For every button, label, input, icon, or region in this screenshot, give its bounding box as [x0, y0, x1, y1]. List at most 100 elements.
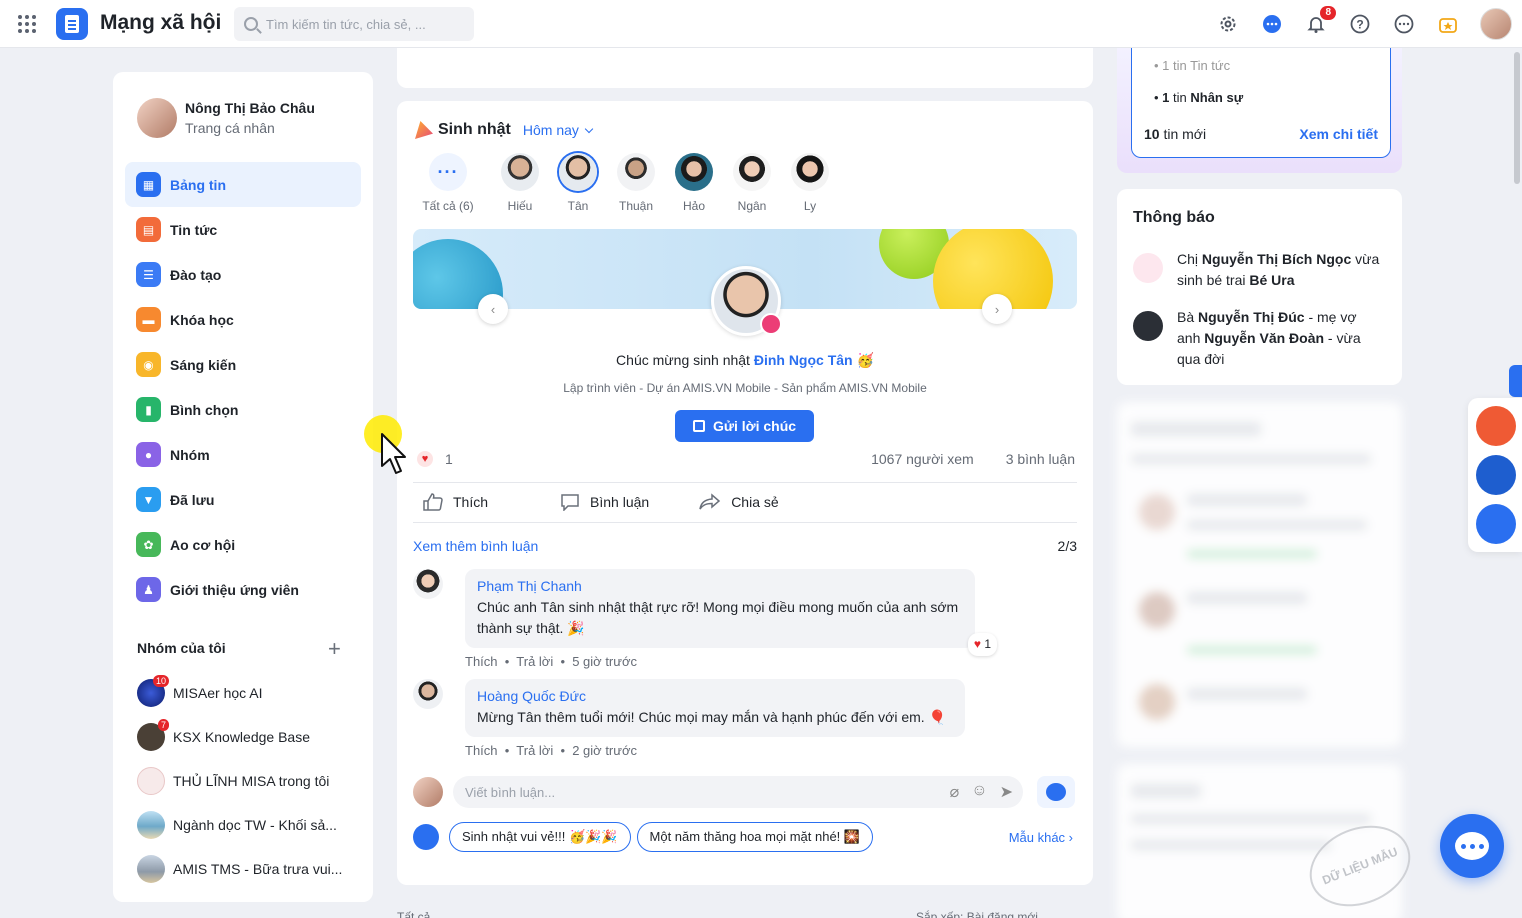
sidebar-item-referral[interactable]: ♟ Giới thiệu ứng viên [125, 567, 361, 612]
sidebar-item-label: Giới thiệu ứng viên [170, 581, 299, 598]
person-all[interactable]: ··· Tất cả (6) [413, 153, 483, 213]
ai-chat-button[interactable] [1037, 776, 1075, 808]
suggestion-row: Sinh nhật vui vẻ!!! 🥳🎉🎉 Một năm thăng ho… [413, 822, 879, 852]
emoji-icon[interactable]: ☺ [971, 782, 987, 802]
award-icon[interactable] [1436, 12, 1460, 36]
chat-icon[interactable] [1260, 12, 1284, 36]
send-wishes-button[interactable]: Gửi lời chúc [675, 410, 814, 442]
settings-icon[interactable] [1216, 12, 1240, 36]
share-label: Chia sẻ [731, 494, 779, 510]
profile-block[interactable]: Nông Thị Bảo Châu Trang cá nhân [137, 98, 315, 138]
comment-count[interactable]: 3 bình luận [1006, 451, 1075, 467]
notifications-title: Thông báo [1133, 209, 1215, 226]
person-item[interactable]: Tân [549, 153, 607, 213]
prev-arrow-button[interactable]: ‹ [478, 294, 508, 324]
share-button[interactable]: Chia sẻ [699, 493, 779, 511]
comment-label: Bình luận [590, 494, 650, 510]
bell-icon[interactable]: 8 [1304, 6, 1336, 36]
attachment-icon[interactable]: ⌀ [950, 782, 960, 802]
next-arrow-button[interactable]: › [982, 294, 1012, 324]
avatar[interactable] [413, 679, 443, 709]
sidebar-item-polls[interactable]: ▮ Bình chọn [125, 387, 361, 432]
sidebar-item-label: Đã lưu [170, 491, 215, 508]
group-item[interactable]: AMIS TMS - Bữa trưa vui... [137, 847, 357, 891]
mourning-icon [1133, 311, 1163, 341]
person-item[interactable]: Hiếu [491, 153, 549, 213]
comment-input[interactable]: Viết bình luận... ⌀ ☺ ➤ [453, 776, 1023, 808]
date-filter-dropdown[interactable]: Hôm nay [523, 122, 594, 138]
suggestion-chip[interactable]: Sinh nhật vui vẻ!!! 🥳🎉🎉 [449, 822, 631, 852]
person-item[interactable]: Ngân [723, 153, 781, 213]
cake-icon [760, 313, 782, 335]
group-item[interactable]: THỦ LĨNH MISA trong tôi [137, 759, 357, 803]
tool-rail [1468, 398, 1522, 552]
birthday-person-name[interactable]: Đinh Ngọc Tân [754, 352, 853, 368]
floating-chat-button[interactable] [1440, 814, 1504, 878]
comment-like-link[interactable]: Thích [465, 654, 498, 669]
more-templates-link[interactable]: Mẫu khác › [1009, 830, 1073, 845]
comment-input-placeholder: Viết bình luận... [465, 784, 556, 800]
sidebar-item-opportunities[interactable]: ✿ Ao cơ hội [125, 522, 361, 567]
comment-reply-link[interactable]: Trả lời [516, 654, 553, 669]
group-item[interactable]: Ngành dọc TW - Khối sả... [137, 803, 357, 847]
commenter-name[interactable]: Hoàng Quốc Đức [477, 686, 953, 707]
profile-name[interactable]: Nông Thị Bảo Châu [185, 100, 315, 116]
avatar [617, 153, 655, 191]
post-actions: Thích Bình luận Chia sẻ [423, 493, 829, 511]
support-chat-icon[interactable] [1476, 504, 1516, 544]
view-details-link[interactable]: Xem chi tiết [1299, 126, 1378, 142]
app-grid-icon[interactable] [18, 15, 36, 33]
feed-filter-label[interactable]: Tất cả [397, 910, 430, 918]
reaction-count[interactable]: 1 [445, 451, 453, 467]
sidebar-item-saved[interactable]: ▼ Đã lưu [125, 477, 361, 522]
collapse-panel-tab[interactable] [1509, 365, 1522, 397]
sidebar-item-news[interactable]: ▤ Tin tức [125, 207, 361, 252]
view-count[interactable]: 1067 người xem [871, 451, 974, 467]
group-item[interactable]: 10 MISAer học AI [137, 671, 357, 715]
heart-icon[interactable]: ♥ [417, 451, 433, 467]
comment-like-link[interactable]: Thích [465, 743, 498, 758]
add-group-button[interactable]: + [328, 636, 341, 662]
app-logo-icon[interactable] [56, 8, 88, 40]
birthday-person-avatar[interactable] [711, 266, 782, 336]
search-input[interactable] [266, 16, 456, 32]
comment-reply-link[interactable]: Trả lời [516, 743, 553, 758]
news-summary-inner: • 1 tin Tin tức • 1 tin Nhân sự 10 tin m… [1131, 48, 1391, 158]
profile-link[interactable]: Trang cá nhân [185, 120, 315, 136]
commenter-name[interactable]: Phạm Thị Chanh [477, 576, 963, 597]
send-icon[interactable]: ➤ [1000, 782, 1013, 802]
person-item[interactable]: Thuận [607, 153, 665, 213]
search-box[interactable] [234, 7, 474, 41]
feed-sort-label[interactable]: Sắp xếp: Bài đăng mới [916, 910, 1038, 918]
comment-item: Phạm Thị Chanh Chúc anh Tân sinh nhật th… [413, 569, 997, 669]
person-item[interactable]: Hảo [665, 153, 723, 213]
sidebar-item-news-feed[interactable]: ▦ Bảng tin [125, 162, 361, 207]
mascot-icon[interactable] [1476, 455, 1516, 495]
avatar[interactable] [413, 569, 443, 599]
suggestion-chip[interactable]: Một năm thăng hoa mọi mặt nhé! 🎇 [636, 822, 874, 852]
group-item[interactable]: 7 KSX Knowledge Base [137, 715, 357, 759]
help-icon[interactable]: ? [1348, 12, 1372, 36]
ai-sparkle-icon[interactable] [1476, 406, 1516, 446]
comment-bubble: Phạm Thị Chanh Chúc anh Tân sinh nhật th… [465, 569, 997, 656]
user-avatar[interactable] [1480, 8, 1512, 40]
sidebar-item-courses[interactable]: ▬ Khóa học [125, 297, 361, 342]
sidebar-item-training[interactable]: ☰ Đào tạo [125, 252, 361, 297]
view-more-comments-link[interactable]: Xem thêm bình luận [413, 538, 538, 554]
comment-button[interactable]: Bình luận [560, 493, 649, 511]
top-bar: Mạng xã hội 8 ? [0, 0, 1522, 48]
more-icon[interactable] [1392, 12, 1416, 36]
heart-icon: ♥ [973, 637, 981, 651]
page-scrollbar[interactable] [1514, 52, 1520, 184]
group-icon: ● [136, 442, 161, 467]
notification-item[interactable]: Chị Nguyễn Thị Bích Ngọc vừa sinh bé tra… [1133, 249, 1382, 291]
like-button[interactable]: Thích [423, 493, 488, 511]
sidebar-item-initiatives[interactable]: ◉ Sáng kiến [125, 342, 361, 387]
sidebar-item-groups[interactable]: ● Nhóm [125, 432, 361, 477]
person-item[interactable]: Ly [781, 153, 839, 213]
sidebar-item-label: Bảng tin [170, 176, 226, 193]
comment-reaction[interactable]: ♥ 1 [967, 633, 997, 656]
notification-item[interactable]: Bà Nguyễn Thị Đúc - mẹ vợ anh Nguyễn Văn… [1133, 307, 1382, 370]
avatar[interactable] [137, 98, 177, 138]
party-face-icon: 🥳 [856, 352, 874, 368]
